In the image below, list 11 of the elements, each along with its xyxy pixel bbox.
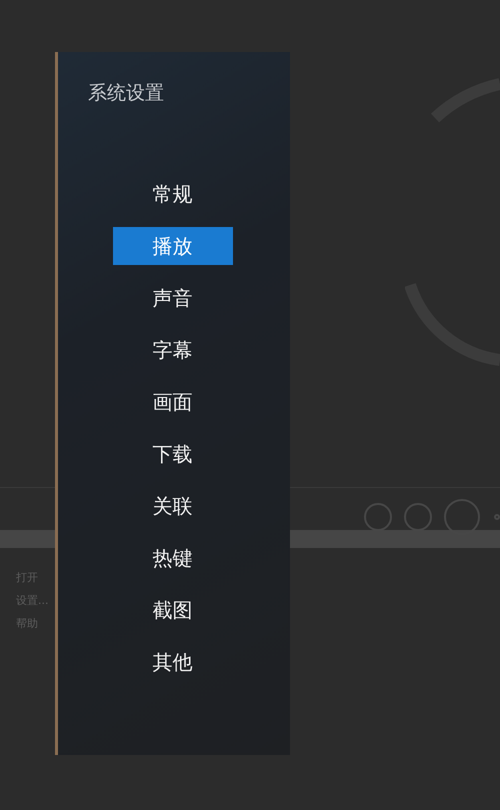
settings-nav-item[interactable]: 下载 <box>112 435 232 473</box>
settings-nav-item[interactable]: 截图 <box>112 591 232 629</box>
settings-nav-item[interactable]: 热键 <box>112 539 232 577</box>
panel-title: 系统设置 <box>88 81 165 106</box>
settings-nav-item[interactable]: 画面 <box>112 383 232 421</box>
settings-nav-item[interactable]: 关联 <box>112 487 232 525</box>
settings-nav-item[interactable]: 声音 <box>112 279 232 317</box>
settings-nav-item[interactable]: 字幕 <box>112 331 232 369</box>
settings-nav-item[interactable]: 其他 <box>112 643 232 681</box>
settings-nav-item[interactable]: 常规 <box>112 175 232 213</box>
settings-nav-item[interactable]: 播放 <box>112 227 232 265</box>
